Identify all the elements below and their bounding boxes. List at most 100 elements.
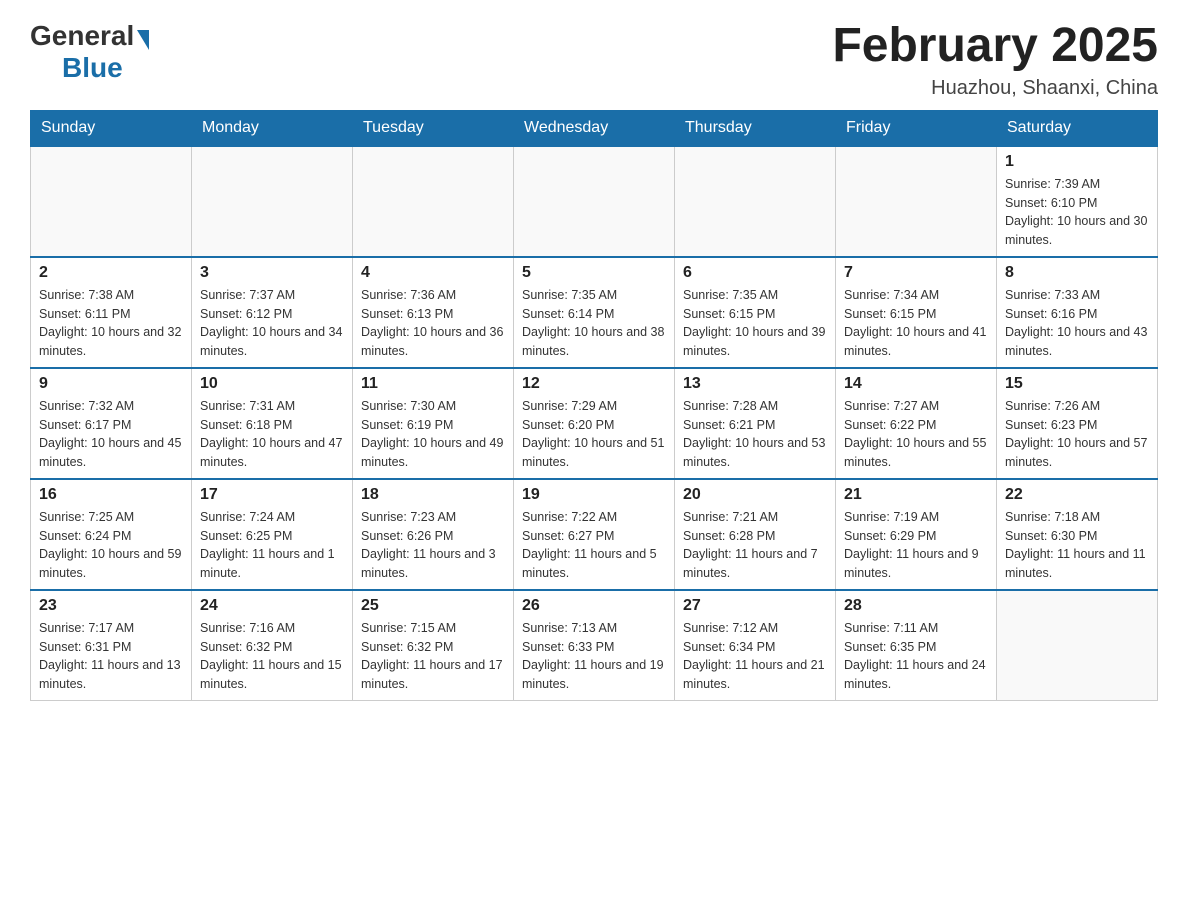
day-number: 7 — [844, 264, 988, 282]
calendar-week-row: 23 Sunrise: 7:17 AM Sunset: 6:31 PM Dayli… — [31, 590, 1158, 701]
table-row — [31, 146, 192, 257]
day-number: 11 — [361, 375, 505, 393]
day-info: Sunrise: 7:11 AM Sunset: 6:35 PM Dayligh… — [844, 619, 988, 694]
logo-triangle-icon — [137, 30, 149, 50]
table-row: 10 Sunrise: 7:31 AM Sunset: 6:18 PM Dayli… — [192, 368, 353, 479]
day-info: Sunrise: 7:34 AM Sunset: 6:15 PM Dayligh… — [844, 286, 988, 361]
table-row: 15 Sunrise: 7:26 AM Sunset: 6:23 PM Dayli… — [997, 368, 1158, 479]
day-info: Sunrise: 7:32 AM Sunset: 6:17 PM Dayligh… — [39, 397, 183, 472]
day-info: Sunrise: 7:16 AM Sunset: 6:32 PM Dayligh… — [200, 619, 344, 694]
table-row: 5 Sunrise: 7:35 AM Sunset: 6:14 PM Daylig… — [514, 257, 675, 368]
day-number: 1 — [1005, 153, 1149, 171]
col-thursday: Thursday — [675, 110, 836, 146]
table-row — [997, 590, 1158, 701]
day-number: 17 — [200, 486, 344, 504]
day-info: Sunrise: 7:21 AM Sunset: 6:28 PM Dayligh… — [683, 508, 827, 583]
day-number: 18 — [361, 486, 505, 504]
day-info: Sunrise: 7:19 AM Sunset: 6:29 PM Dayligh… — [844, 508, 988, 583]
day-info: Sunrise: 7:22 AM Sunset: 6:27 PM Dayligh… — [522, 508, 666, 583]
calendar-header-row: Sunday Monday Tuesday Wednesday Thursday… — [31, 110, 1158, 146]
day-info: Sunrise: 7:27 AM Sunset: 6:22 PM Dayligh… — [844, 397, 988, 472]
table-row: 28Sunrise: 7:11 AM Sunset: 6:35 PM Dayli… — [836, 590, 997, 701]
col-tuesday: Tuesday — [353, 110, 514, 146]
day-number: 26 — [522, 597, 666, 615]
day-info: Sunrise: 7:12 AM Sunset: 6:34 PM Dayligh… — [683, 619, 827, 694]
col-sunday: Sunday — [31, 110, 192, 146]
day-number: 19 — [522, 486, 666, 504]
month-title: February 2025 — [832, 20, 1158, 73]
logo: General Blue — [30, 20, 149, 84]
table-row: 13 Sunrise: 7:28 AM Sunset: 6:21 PM Dayli… — [675, 368, 836, 479]
page-header: General Blue February 2025 Huazhou, Shaa… — [30, 20, 1158, 100]
col-wednesday: Wednesday — [514, 110, 675, 146]
day-number: 3 — [200, 264, 344, 282]
day-info: Sunrise: 7:17 AM Sunset: 6:31 PM Dayligh… — [39, 619, 183, 694]
day-info: Sunrise: 7:31 AM Sunset: 6:18 PM Dayligh… — [200, 397, 344, 472]
day-info: Sunrise: 7:25 AM Sunset: 6:24 PM Dayligh… — [39, 508, 183, 583]
day-number: 5 — [522, 264, 666, 282]
day-info: Sunrise: 7:37 AM Sunset: 6:12 PM Dayligh… — [200, 286, 344, 361]
day-info: Sunrise: 7:38 AM Sunset: 6:11 PM Dayligh… — [39, 286, 183, 361]
calendar-week-row: 1 Sunrise: 7:39 AM Sunset: 6:10 PM Daylig… — [31, 146, 1158, 257]
day-info: Sunrise: 7:13 AM Sunset: 6:33 PM Dayligh… — [522, 619, 666, 694]
day-info: Sunrise: 7:30 AM Sunset: 6:19 PM Dayligh… — [361, 397, 505, 472]
logo-general-text: General — [30, 20, 134, 52]
table-row: 1 Sunrise: 7:39 AM Sunset: 6:10 PM Daylig… — [997, 146, 1158, 257]
day-number: 10 — [200, 375, 344, 393]
table-row: 24 Sunrise: 7:16 AM Sunset: 6:32 PM Dayli… — [192, 590, 353, 701]
day-number: 6 — [683, 264, 827, 282]
table-row: 23 Sunrise: 7:17 AM Sunset: 6:31 PM Dayli… — [31, 590, 192, 701]
table-row: 20 Sunrise: 7:21 AM Sunset: 6:28 PM Dayli… — [675, 479, 836, 590]
day-info: Sunrise: 7:23 AM Sunset: 6:26 PM Dayligh… — [361, 508, 505, 583]
col-saturday: Saturday — [997, 110, 1158, 146]
table-row: 27 Sunrise: 7:12 AM Sunset: 6:34 PM Dayli… — [675, 590, 836, 701]
table-row: 18 Sunrise: 7:23 AM Sunset: 6:26 PM Dayli… — [353, 479, 514, 590]
table-row: 3 Sunrise: 7:37 AM Sunset: 6:12 PM Daylig… — [192, 257, 353, 368]
day-info: Sunrise: 7:39 AM Sunset: 6:10 PM Dayligh… — [1005, 175, 1149, 250]
title-section: February 2025 Huazhou, Shaanxi, China — [832, 20, 1158, 100]
col-friday: Friday — [836, 110, 997, 146]
table-row: 8 Sunrise: 7:33 AM Sunset: 6:16 PM Daylig… — [997, 257, 1158, 368]
day-info: Sunrise: 7:26 AM Sunset: 6:23 PM Dayligh… — [1005, 397, 1149, 472]
logo-blue-text: Blue — [62, 52, 123, 83]
day-number: 15 — [1005, 375, 1149, 393]
table-row — [675, 146, 836, 257]
day-info: Sunrise: 7:24 AM Sunset: 6:25 PM Dayligh… — [200, 508, 344, 583]
table-row: 9 Sunrise: 7:32 AM Sunset: 6:17 PM Daylig… — [31, 368, 192, 479]
day-number: 2 — [39, 264, 183, 282]
table-row: 4Sunrise: 7:36 AM Sunset: 6:13 PM Daylig… — [353, 257, 514, 368]
day-info: Sunrise: 7:33 AM Sunset: 6:16 PM Dayligh… — [1005, 286, 1149, 361]
table-row: 7 Sunrise: 7:34 AM Sunset: 6:15 PM Daylig… — [836, 257, 997, 368]
day-number: 13 — [683, 375, 827, 393]
day-number: 9 — [39, 375, 183, 393]
table-row: 2 Sunrise: 7:38 AM Sunset: 6:11 PM Daylig… — [31, 257, 192, 368]
day-number: 14 — [844, 375, 988, 393]
day-number: 27 — [683, 597, 827, 615]
table-row — [514, 146, 675, 257]
day-number: 24 — [200, 597, 344, 615]
calendar-table: Sunday Monday Tuesday Wednesday Thursday… — [30, 110, 1158, 701]
day-info: Sunrise: 7:35 AM Sunset: 6:15 PM Dayligh… — [683, 286, 827, 361]
table-row: 6 Sunrise: 7:35 AM Sunset: 6:15 PM Daylig… — [675, 257, 836, 368]
table-row — [353, 146, 514, 257]
day-number: 4 — [361, 264, 505, 282]
day-number: 22 — [1005, 486, 1149, 504]
table-row: 25Sunrise: 7:15 AM Sunset: 6:32 PM Dayli… — [353, 590, 514, 701]
day-number: 23 — [39, 597, 183, 615]
day-number: 21 — [844, 486, 988, 504]
day-info: Sunrise: 7:18 AM Sunset: 6:30 PM Dayligh… — [1005, 508, 1149, 583]
calendar-week-row: 16 Sunrise: 7:25 AM Sunset: 6:24 PM Dayli… — [31, 479, 1158, 590]
day-info: Sunrise: 7:28 AM Sunset: 6:21 PM Dayligh… — [683, 397, 827, 472]
day-number: 20 — [683, 486, 827, 504]
day-number: 8 — [1005, 264, 1149, 282]
day-number: 16 — [39, 486, 183, 504]
calendar-week-row: 2 Sunrise: 7:38 AM Sunset: 6:11 PM Daylig… — [31, 257, 1158, 368]
table-row: 26 Sunrise: 7:13 AM Sunset: 6:33 PM Dayli… — [514, 590, 675, 701]
table-row: 14 Sunrise: 7:27 AM Sunset: 6:22 PM Dayli… — [836, 368, 997, 479]
calendar-week-row: 9 Sunrise: 7:32 AM Sunset: 6:17 PM Daylig… — [31, 368, 1158, 479]
day-info: Sunrise: 7:29 AM Sunset: 6:20 PM Dayligh… — [522, 397, 666, 472]
location-title: Huazhou, Shaanxi, China — [832, 77, 1158, 100]
day-info: Sunrise: 7:35 AM Sunset: 6:14 PM Dayligh… — [522, 286, 666, 361]
table-row: 22 Sunrise: 7:18 AM Sunset: 6:30 PM Dayli… — [997, 479, 1158, 590]
table-row: 21 Sunrise: 7:19 AM Sunset: 6:29 PM Dayli… — [836, 479, 997, 590]
